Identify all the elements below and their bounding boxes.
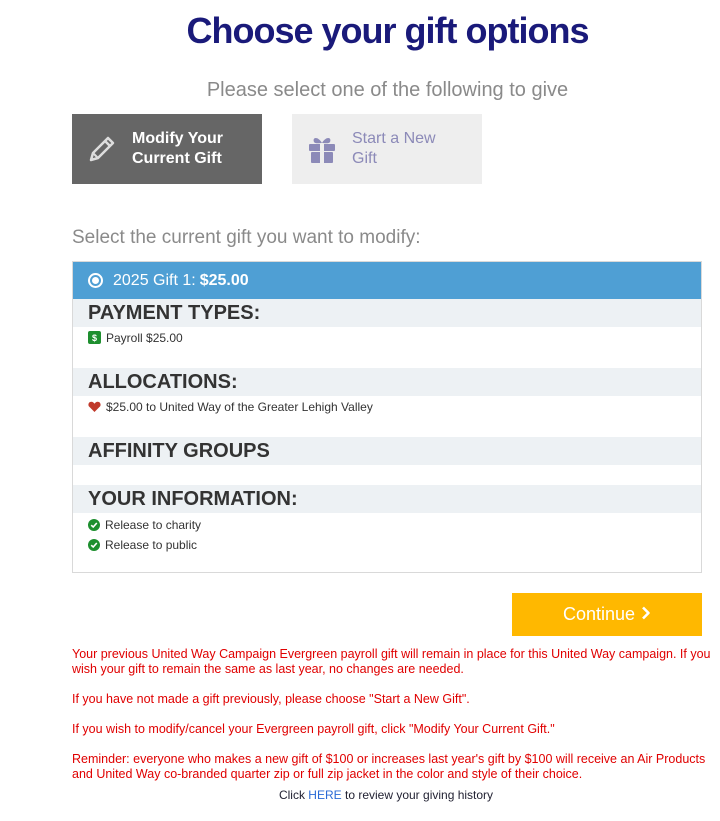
info-item-release-charity: Release to charity (73, 514, 701, 535)
dollar-icon: $ (88, 331, 101, 344)
giving-history-line: Click HERE to review your giving history (278, 788, 494, 802)
gift-radio-option[interactable]: 2025 Gift 1: $25.00 (73, 262, 701, 299)
giving-history-link[interactable]: HERE (308, 788, 341, 802)
heart-icon (88, 401, 101, 413)
modify-current-gift-button[interactable]: Modify Your Current Gift (72, 114, 262, 184)
check-circle-icon (88, 538, 100, 551)
continue-label: Continue (562, 604, 636, 624)
pencil-icon (72, 132, 132, 166)
select-gift-label: Select the current gift you want to modi… (72, 227, 421, 248)
note-reminder: Reminder: everyone who makes a new gift … (72, 752, 706, 781)
payment-types-heading: PAYMENT TYPES: (73, 299, 701, 327)
payment-type-item: $ Payroll $25.00 (73, 327, 701, 348)
gift-amount: $25.00 (199, 271, 249, 289)
note-modify: If you wish to modify/cancel your Evergr… (72, 722, 555, 736)
start-new-gift-button[interactable]: Start a New Gift (292, 114, 482, 184)
affinity-groups-heading: AFFINITY GROUPS (73, 437, 701, 465)
gift-icon (292, 133, 352, 165)
start-new-gift-label: Start a New Gift (352, 130, 436, 167)
modify-current-gift-label: Modify Your Current Gift (132, 130, 223, 167)
allocations-heading: ALLOCATIONS: (73, 368, 701, 396)
gift-name: 2025 Gift 1: (113, 271, 196, 289)
page-title: Choose your gift options (186, 10, 590, 51)
radio-selected-icon[interactable] (88, 273, 103, 288)
note-new-gift: If you have not made a gift previously, … (72, 692, 470, 706)
check-circle-icon (88, 518, 100, 531)
page-subtitle: Please select one of the following to gi… (206, 79, 569, 101)
allocation-item: $25.00 to United Way of the Greater Lehi… (73, 396, 701, 417)
chevron-right-icon (641, 604, 651, 625)
your-information-heading: YOUR INFORMATION: (73, 485, 701, 513)
gift-card: 2025 Gift 1: $25.00 PAYMENT TYPES: $ Pay… (72, 261, 702, 573)
note-evergreen: Your previous United Way Campaign Evergr… (72, 647, 711, 676)
continue-button[interactable]: Continue (512, 593, 702, 636)
info-item-release-public: Release to public (73, 534, 701, 555)
info-notes: Your previous United Way Campaign Evergr… (72, 647, 712, 797)
